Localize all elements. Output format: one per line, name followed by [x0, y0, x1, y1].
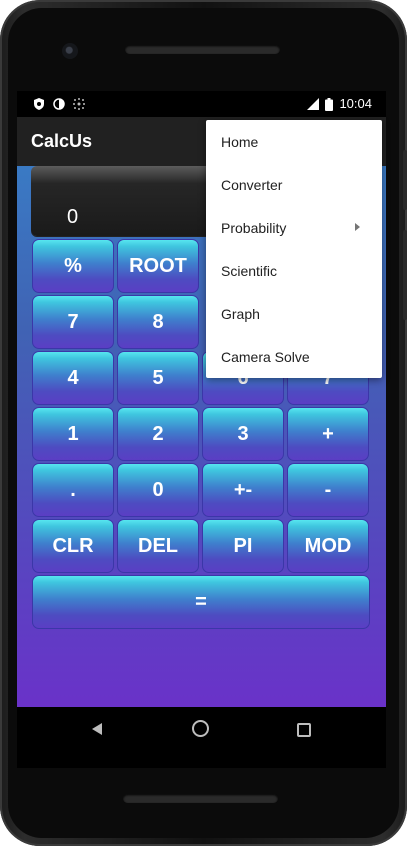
key-2[interactable]: 2	[117, 407, 199, 461]
phone-frame: 10:04 CalcUs 0 % ROOT 7 8 4 5 6 7 1 2	[0, 0, 407, 846]
menu-item-converter[interactable]: Converter	[206, 163, 382, 206]
back-icon[interactable]	[92, 723, 102, 735]
key-3[interactable]: 3	[202, 407, 284, 461]
status-bar: 10:04	[17, 91, 386, 117]
key-clear[interactable]: CLR	[32, 519, 114, 573]
earpiece-speaker	[125, 45, 280, 54]
menu-item-label: Graph	[221, 306, 260, 322]
navigation-bar	[17, 707, 386, 768]
recent-apps-icon[interactable]	[297, 723, 311, 737]
key-8[interactable]: 8	[117, 295, 199, 349]
key-root[interactable]: ROOT	[117, 239, 199, 293]
key-pi[interactable]: PI	[202, 519, 284, 573]
key-equals[interactable]: =	[32, 575, 370, 629]
display-value: 0	[67, 206, 79, 228]
key-0[interactable]: 0	[117, 463, 199, 517]
menu-item-label: Probability	[221, 220, 287, 236]
circle-half-icon	[53, 97, 65, 110]
front-camera	[62, 43, 78, 59]
home-icon[interactable]	[192, 720, 209, 737]
menu-item-camera-solve[interactable]: Camera Solve	[206, 335, 382, 378]
key-plus[interactable]: +	[287, 407, 369, 461]
key-negate[interactable]: +-	[202, 463, 284, 517]
menu-item-scientific[interactable]: Scientific	[206, 249, 382, 292]
battery-icon	[325, 97, 334, 111]
bottom-speaker	[123, 794, 278, 803]
key-4[interactable]: 4	[32, 351, 114, 405]
menu-item-label: Scientific	[221, 263, 278, 279]
key-decimal[interactable]: .	[32, 463, 114, 517]
gear-dots-icon	[73, 97, 85, 110]
menu-item-probability[interactable]: Probability	[206, 206, 382, 249]
submenu-arrow-icon	[355, 223, 360, 231]
status-time: 10:04	[339, 96, 372, 111]
menu-item-label: Camera Solve	[221, 349, 310, 365]
key-percent[interactable]: %	[32, 239, 114, 293]
menu-item-home[interactable]: Home	[206, 120, 382, 163]
volume-button	[403, 230, 407, 320]
key-5[interactable]: 5	[117, 351, 199, 405]
power-button	[403, 150, 407, 210]
menu-item-label: Converter	[221, 177, 283, 193]
key-minus[interactable]: -	[287, 463, 369, 517]
key-1[interactable]: 1	[32, 407, 114, 461]
key-delete[interactable]: DEL	[117, 519, 199, 573]
overflow-menu: Home Converter Probability Scientific Gr…	[206, 120, 382, 378]
key-mod[interactable]: MOD	[287, 519, 369, 573]
app-title: CalcUs	[31, 131, 93, 151]
menu-item-graph[interactable]: Graph	[206, 292, 382, 335]
signal-icon	[307, 97, 320, 110]
key-7[interactable]: 7	[32, 295, 114, 349]
menu-item-label: Home	[221, 134, 259, 150]
shield-icon	[33, 97, 45, 110]
